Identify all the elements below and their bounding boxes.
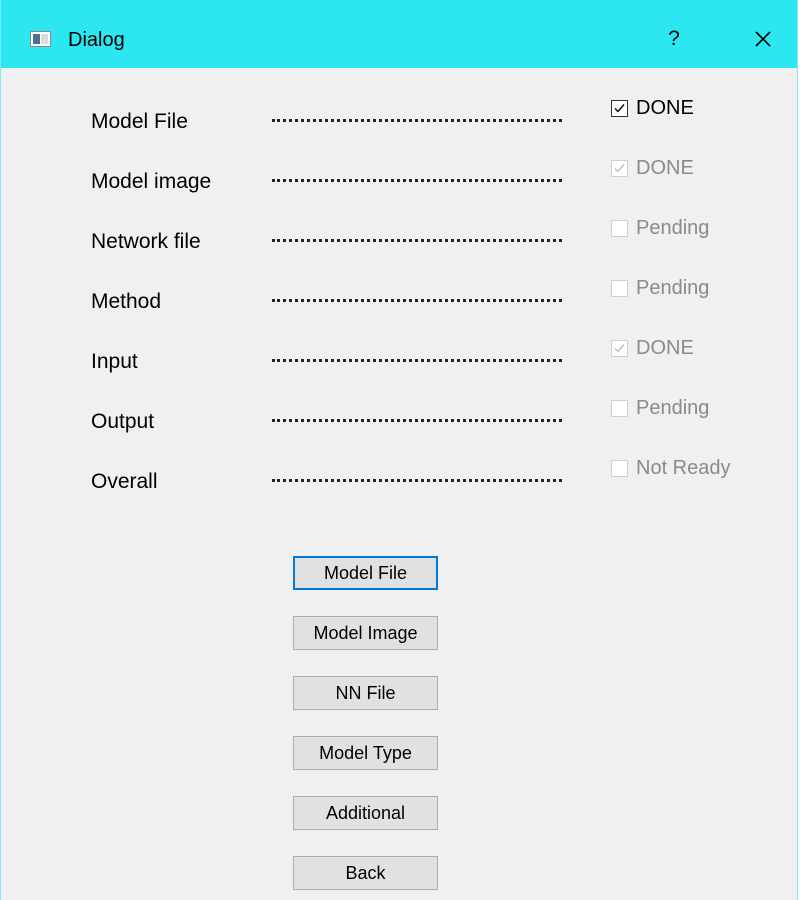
app-window-icon xyxy=(30,31,51,47)
checkbox-box xyxy=(611,279,628,297)
status-label: Not Ready xyxy=(636,456,731,479)
status-checkbox-output: Pending xyxy=(611,396,709,420)
status-checkbox-method: Pending xyxy=(611,276,709,300)
back-button[interactable]: Back xyxy=(293,856,438,890)
checkbox-box xyxy=(611,459,628,477)
status-checkbox-input: DONE xyxy=(611,336,694,360)
row-dots xyxy=(272,119,562,122)
row-label-network-file: Network file xyxy=(91,230,201,253)
status-label: DONE xyxy=(636,156,694,179)
row-label-method: Method xyxy=(91,290,162,313)
status-label: Pending xyxy=(636,216,710,239)
row-label-model-file: Model File xyxy=(91,110,188,133)
row-label-input: Input xyxy=(91,350,138,373)
row-label-overall: Overall xyxy=(91,470,158,493)
checkbox-box xyxy=(611,99,628,117)
model-file-button[interactable]: Model File xyxy=(293,556,438,590)
help-button[interactable]: ? xyxy=(656,22,692,56)
close-button[interactable] xyxy=(743,22,783,56)
status-label: Pending xyxy=(636,396,710,419)
checkbox-box xyxy=(611,159,628,177)
row-dots xyxy=(272,299,562,302)
status-checkbox-overall: Not Ready xyxy=(611,456,731,480)
row-label-model-image: Model image xyxy=(91,170,212,193)
window-title: Dialog xyxy=(68,29,125,51)
status-checkbox-network-file: Pending xyxy=(611,216,709,240)
row-dots xyxy=(272,479,562,482)
checkmark-icon xyxy=(614,163,625,173)
checkbox-box xyxy=(611,219,628,237)
status-checkbox-model-file[interactable]: DONE xyxy=(611,96,694,120)
additional-button[interactable]: Additional xyxy=(293,796,438,830)
row-label-output: Output xyxy=(91,410,155,433)
checkmark-icon xyxy=(614,343,625,353)
status-checkbox-model-image: DONE xyxy=(611,156,694,180)
checkbox-box xyxy=(611,339,628,357)
close-icon xyxy=(755,31,771,47)
nn-file-button[interactable]: NN File xyxy=(293,676,438,710)
row-dots xyxy=(272,419,562,422)
row-dots xyxy=(272,239,562,242)
checkmark-icon xyxy=(614,103,625,113)
status-label: Pending xyxy=(636,276,710,299)
row-dots xyxy=(272,359,562,362)
status-label: DONE xyxy=(636,96,694,119)
status-label: DONE xyxy=(636,336,694,359)
model-type-button[interactable]: Model Type xyxy=(293,736,438,770)
dialog-window: Dialog ? Model File DONE Model image DON… xyxy=(0,0,798,900)
model-image-button[interactable]: Model Image xyxy=(293,616,438,650)
checkbox-box xyxy=(611,399,628,417)
help-icon: ? xyxy=(668,27,680,50)
row-dots xyxy=(272,179,562,182)
title-bar[interactable]: Dialog ? xyxy=(1,0,797,68)
